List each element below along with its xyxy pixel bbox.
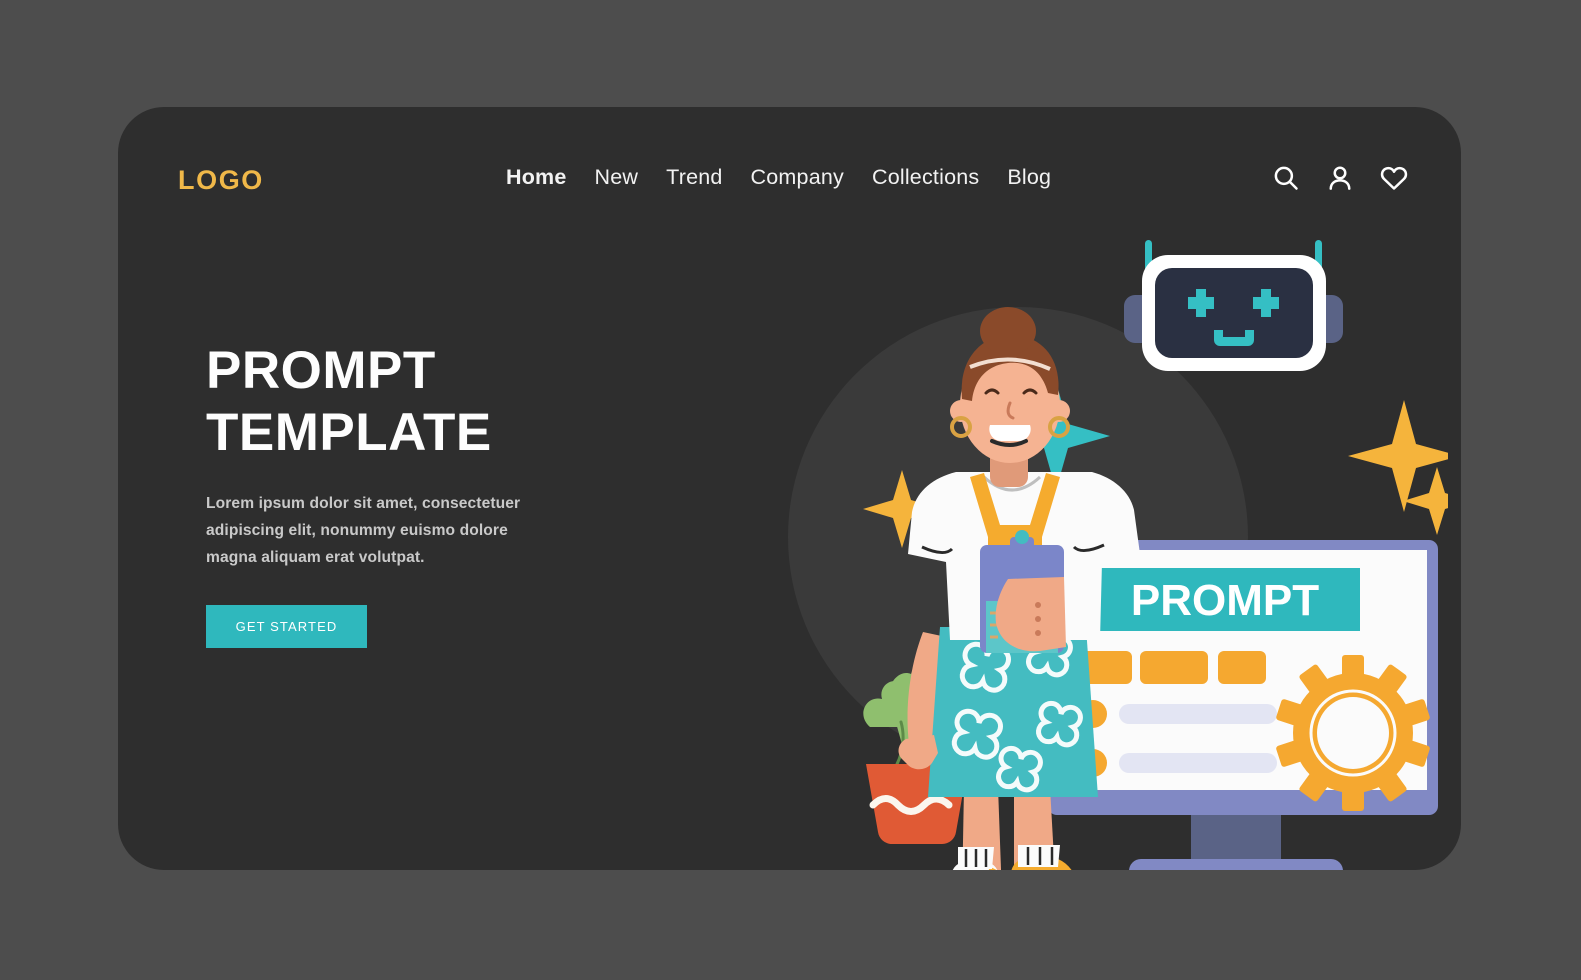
right-hand [995,577,1066,652]
page-root: LOGO Home New Trend Company Collections … [0,0,1581,980]
nav-item-trend[interactable]: Trend [666,165,722,190]
robot-head [1124,240,1343,371]
monitor: PROMPT [1048,540,1438,870]
hand-knuckles [1035,602,1041,636]
logo[interactable]: LOGO [178,165,264,196]
page-title: PROMPT TEMPLATE [206,340,636,464]
user-icon[interactable] [1325,163,1355,193]
nav-item-home[interactable]: Home [506,165,567,190]
get-started-button[interactable]: GET STARTED [206,605,367,649]
main-nav: Home New Trend Company Collections Blog [506,165,1051,190]
hero-text-block: PROMPT TEMPLATE Lorem ipsum dolor sit am… [206,340,636,649]
landing-card: LOGO Home New Trend Company Collections … [118,107,1461,870]
header-actions [1271,163,1409,193]
list-bar-2 [1119,753,1277,773]
nav-item-company[interactable]: Company [751,165,844,190]
tag-chip-3 [1218,651,1266,684]
hero-description: Lorem ipsum dolor sit amet, consectetuer… [206,495,521,566]
nav-item-blog[interactable]: Blog [1007,165,1051,190]
nav-item-collections[interactable]: Collections [872,165,979,190]
mouth-smile [989,425,1031,442]
hero-illustration: PROMPT [718,227,1448,870]
tag-chip-2 [1140,651,1208,684]
prompt-banner-label: PROMPT [1131,576,1319,625]
search-icon[interactable] [1271,163,1301,193]
nav-item-new[interactable]: New [595,165,639,190]
monitor-stand-base [1129,859,1343,870]
heart-icon[interactable] [1379,163,1409,193]
headline-line-1: PROMPT [206,341,436,400]
monitor-stand-neck [1191,807,1281,862]
hair-bun [980,307,1036,355]
headline-line-2: TEMPLATE [206,403,492,462]
clipboard-clip-knob [1015,530,1029,544]
list-bar-1 [1119,704,1277,724]
